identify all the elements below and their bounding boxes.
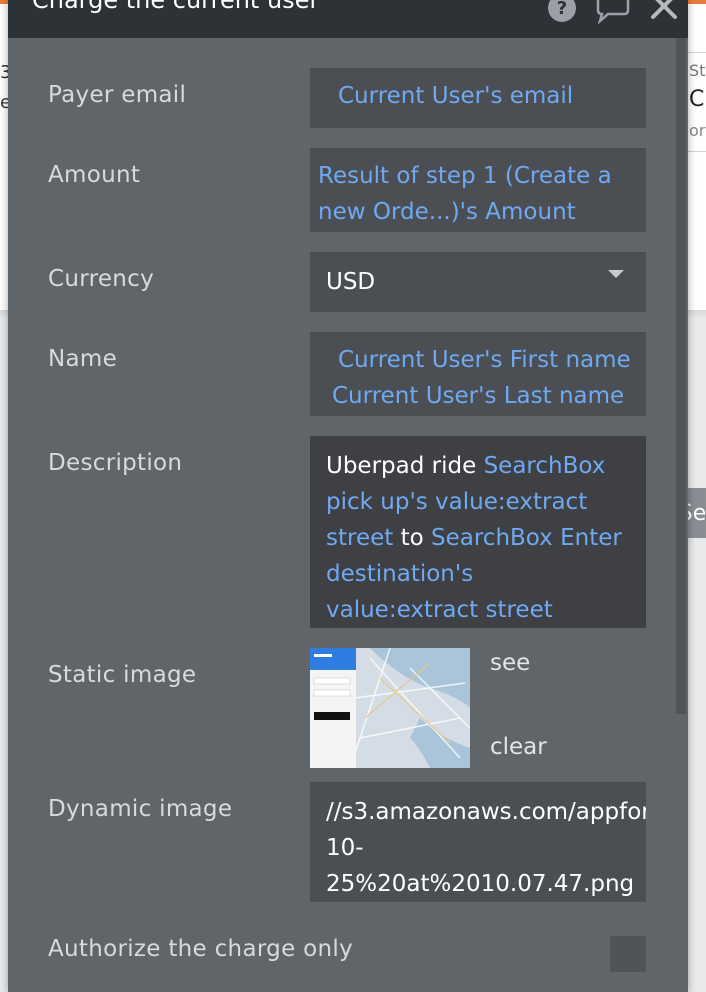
currency-value: USD	[326, 269, 376, 295]
currency-select[interactable]: USD	[310, 252, 646, 312]
dynamic-image-url-line-3: 25%20at%2010.07.47.png	[326, 871, 635, 897]
action-property-panel: Charge the current user ? Payer email Cu…	[8, 0, 688, 992]
dynamic-image-url-line-2: 10-	[326, 835, 364, 861]
description-static-1: Uberpad ride	[326, 453, 484, 479]
chevron-down-icon	[608, 270, 624, 278]
step-card-subtitle: or	[689, 121, 706, 140]
static-image-thumbnail[interactable]	[310, 648, 470, 768]
amount-value[interactable]: Result of step 1 (Create a new Orde...)'…	[318, 163, 612, 225]
step-card-label: St	[689, 61, 706, 80]
payer-email-label: Payer email	[48, 82, 187, 108]
panel-title: Charge the current user	[32, 0, 320, 14]
clear-image-link[interactable]: clear	[490, 734, 547, 760]
currency-label: Currency	[48, 266, 155, 292]
dynamic-image-url-line-1: //s3.amazonaws.com/appforest	[326, 799, 646, 825]
panel-scrollbar[interactable]	[676, 38, 686, 714]
see-image-link[interactable]: see	[490, 650, 530, 676]
dynamic-image-label: Dynamic image	[48, 796, 233, 822]
comment-icon[interactable]	[594, 0, 632, 24]
amount-field[interactable]: Result of step 1 (Create a new Orde...)'…	[310, 148, 646, 232]
name-last-expression[interactable]: Current User's Last name	[310, 378, 646, 414]
name-label: Name	[48, 346, 118, 372]
panel-header: Charge the current user ?	[8, 0, 688, 38]
close-icon[interactable]	[648, 0, 678, 22]
authorize-checkbox[interactable]	[610, 936, 646, 972]
map-screenshot-image	[310, 648, 470, 768]
amount-label: Amount	[48, 162, 141, 188]
step-card-title: Cl	[689, 87, 706, 112]
description-label: Description	[48, 450, 183, 476]
name-field[interactable]: Current User's First name Current User's…	[310, 332, 646, 416]
name-first-expression[interactable]: Current User's First name	[310, 342, 646, 378]
help-icon[interactable]: ?	[546, 0, 578, 24]
description-field[interactable]: Uberpad ride SearchBox pick up's value:e…	[310, 436, 646, 628]
dynamic-image-field[interactable]: //s3.amazonaws.com/appforest 10- 25%20at…	[310, 782, 646, 902]
svg-text:?: ?	[557, 0, 567, 19]
description-static-2: to	[393, 525, 431, 551]
payer-email-field[interactable]: Current User's email	[310, 68, 646, 128]
payer-email-value[interactable]: Current User's email	[338, 83, 573, 109]
authorize-label: Authorize the charge only	[48, 936, 353, 962]
static-image-label: Static image	[48, 662, 197, 688]
